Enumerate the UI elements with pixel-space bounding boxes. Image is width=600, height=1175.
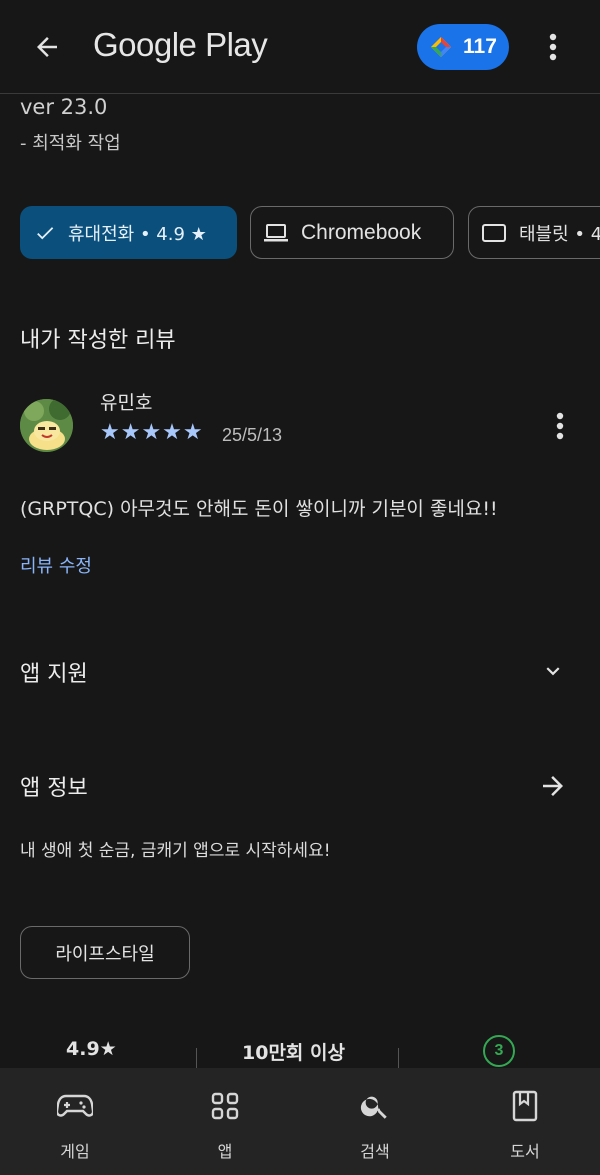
review-text: (GRPTQC) 아무것도 안해도 돈이 쌓이니까 기분이 좋네요!! xyxy=(20,498,498,520)
app-support-title: 앱 지원 xyxy=(20,662,88,687)
chip-phone-label: 휴대전화 • 4.9 ★ xyxy=(68,223,207,245)
nav-apps[interactable]: 앱 xyxy=(150,1068,300,1175)
chip-chromebook-label: Chromebook xyxy=(301,220,422,244)
chip-tablet[interactable]: 태블릿 • 4 xyxy=(468,206,600,259)
nav-books-label: 도서 xyxy=(510,1142,540,1161)
play-points-icon xyxy=(431,37,451,57)
rating-stat: 4.9★ xyxy=(66,1038,117,1060)
back-button[interactable] xyxy=(24,24,70,70)
top-app-bar: Google Play 117 xyxy=(0,0,600,94)
review-date: 25/5/13 xyxy=(222,425,283,445)
reviewer-name: 유민호 xyxy=(100,392,153,414)
app-info-open-button[interactable] xyxy=(531,764,575,808)
laptop-icon xyxy=(263,222,289,244)
age-rating-badge: 3 xyxy=(483,1035,515,1067)
more-vert-icon xyxy=(556,412,564,440)
chip-chromebook[interactable]: Chromebook xyxy=(250,206,454,259)
app-description: 내 생애 첫 순금, 금캐기 앱으로 시작하세요! xyxy=(20,841,331,861)
nav-search[interactable]: 검색 xyxy=(300,1068,450,1175)
avatar xyxy=(20,399,73,452)
play-points-button[interactable]: 117 xyxy=(417,24,509,70)
chip-tablet-label: 태블릿 • 4 xyxy=(519,223,600,245)
stat-divider xyxy=(398,1048,399,1068)
search-icon xyxy=(355,1086,395,1126)
points-value: 117 xyxy=(463,35,497,58)
arrow-left-icon xyxy=(37,37,57,57)
device-chips: 휴대전화 • 4.9 ★ Chromebook 태블릿 • 4 xyxy=(20,206,600,260)
app-support-expand-button[interactable] xyxy=(531,649,575,693)
store-title: Google Play xyxy=(93,26,268,63)
book-icon xyxy=(505,1086,545,1126)
nav-apps-label: 앱 xyxy=(217,1142,233,1161)
more-vert-icon xyxy=(549,33,557,61)
nav-games-label: 게임 xyxy=(60,1142,90,1161)
arrow-right-icon xyxy=(543,776,563,796)
version-note: - 최적화 작업 xyxy=(20,133,121,154)
tablet-icon xyxy=(481,223,507,243)
apps-grid-icon xyxy=(205,1086,245,1126)
edit-review-link[interactable]: 리뷰 수정 xyxy=(20,552,92,578)
bottom-navigation: 게임 앱 검색 도서 xyxy=(0,1068,600,1175)
chip-phone[interactable]: 휴대전화 • 4.9 ★ xyxy=(20,206,237,259)
my-review-title: 내가 작성한 리뷰 xyxy=(20,328,176,353)
check-icon xyxy=(34,222,56,244)
more-options-button[interactable] xyxy=(538,24,568,70)
downloads-stat: 10만회 이상 xyxy=(242,1042,345,1064)
chevron-down-icon xyxy=(546,667,560,676)
stat-divider xyxy=(196,1048,197,1068)
version-label: ver 23.0 xyxy=(20,95,108,119)
review-more-button[interactable] xyxy=(545,406,575,446)
review-stars: ★★★★★ xyxy=(100,420,204,445)
app-info-title: 앱 정보 xyxy=(20,776,88,801)
category-tag[interactable]: 라이프스타일 xyxy=(20,926,190,979)
nav-games[interactable]: 게임 xyxy=(0,1068,150,1175)
gamepad-icon xyxy=(55,1086,95,1126)
nav-search-label: 검색 xyxy=(360,1142,390,1161)
nav-books[interactable]: 도서 xyxy=(450,1068,600,1175)
